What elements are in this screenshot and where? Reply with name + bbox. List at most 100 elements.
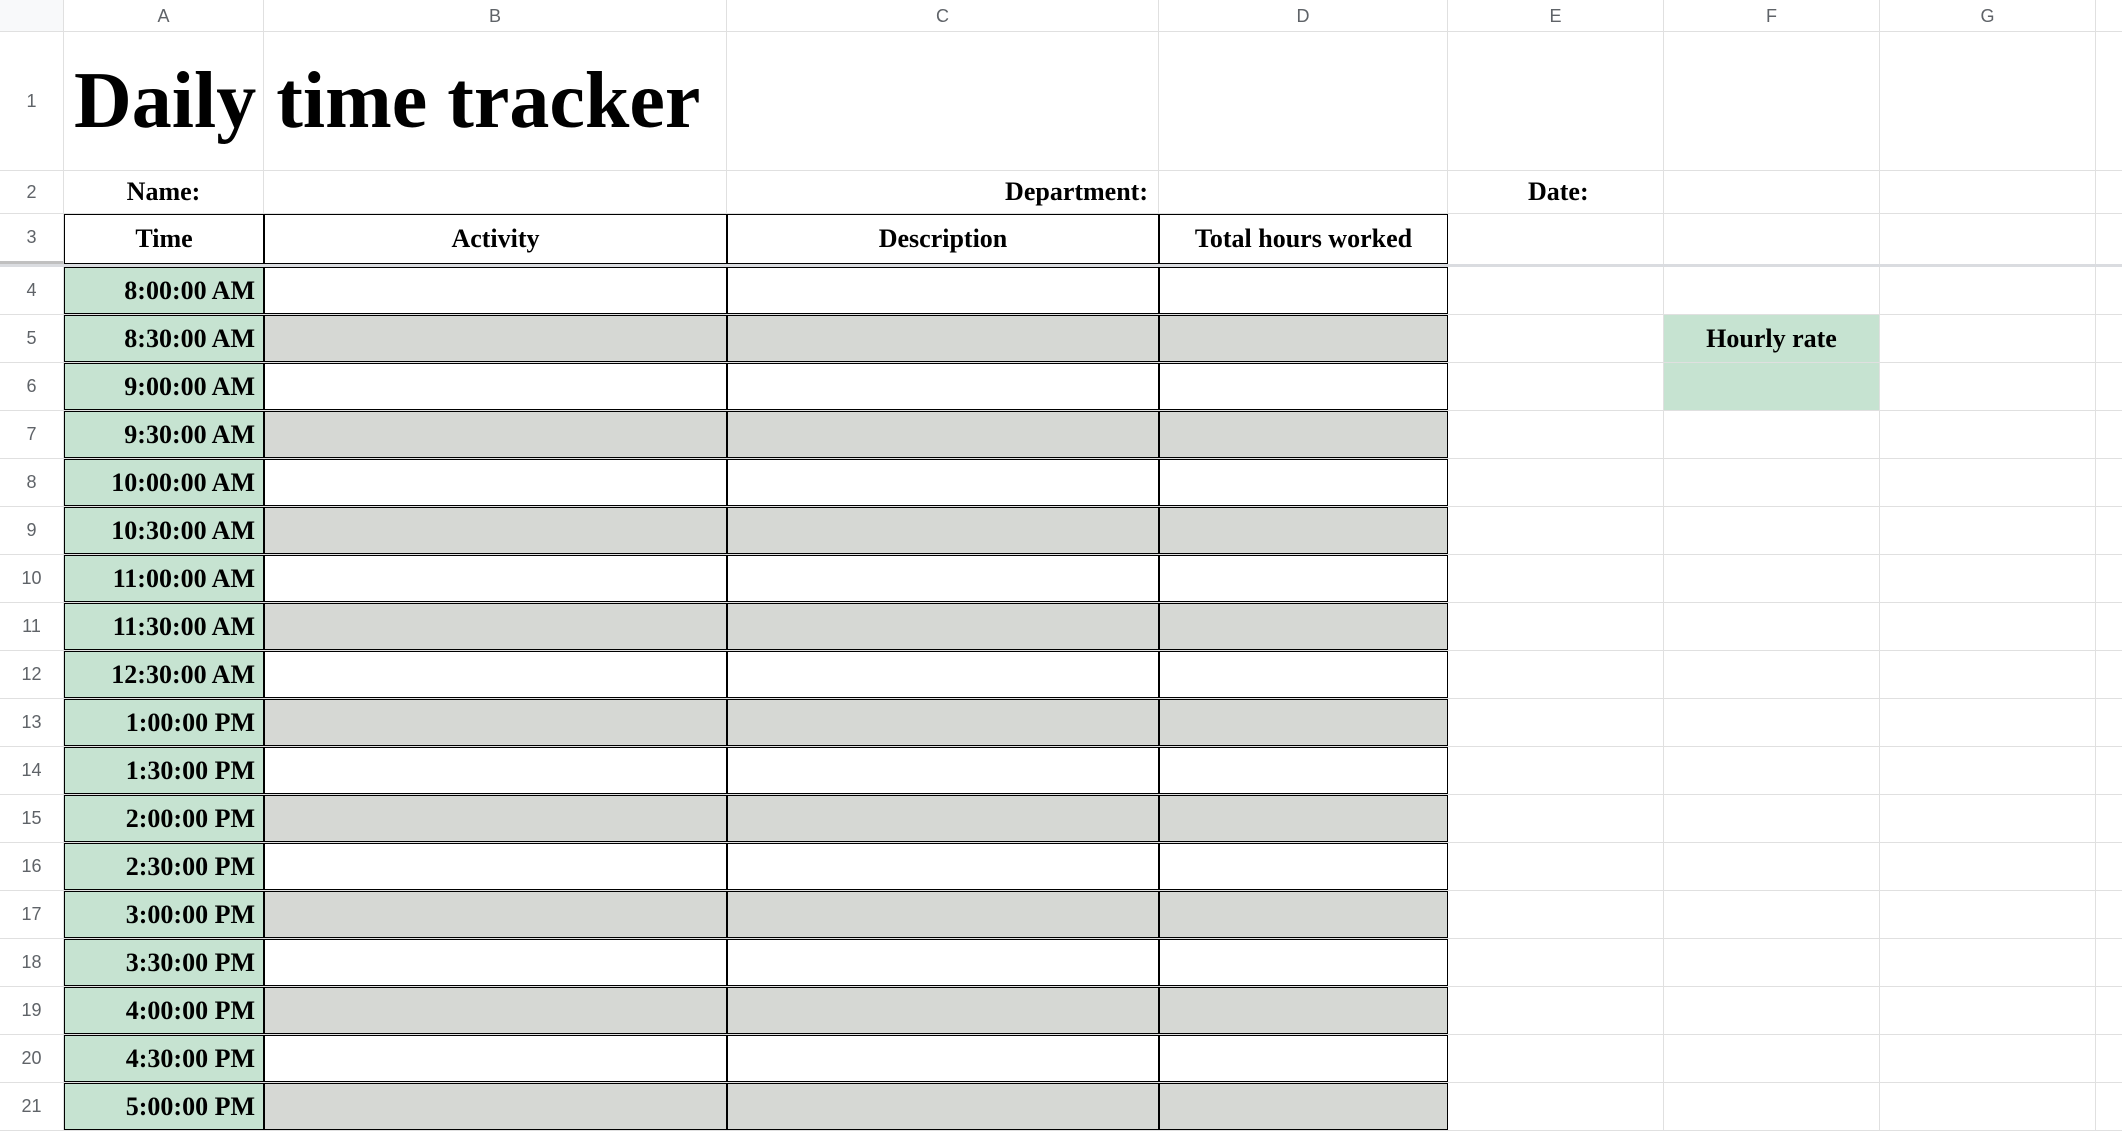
cell[interactable] — [1448, 411, 1664, 458]
description-cell[interactable] — [727, 315, 1159, 362]
cell[interactable] — [1880, 171, 2096, 213]
total-hours-cell[interactable] — [1159, 603, 1448, 650]
cell[interactable] — [1448, 987, 1664, 1034]
cell[interactable] — [1448, 315, 1664, 362]
row-header-14[interactable]: 14 — [0, 747, 64, 794]
cell[interactable] — [1880, 507, 2096, 554]
description-cell[interactable] — [727, 891, 1159, 938]
total-hours-cell[interactable] — [1159, 939, 1448, 986]
cell[interactable] — [1448, 795, 1664, 842]
activity-cell[interactable] — [264, 891, 727, 938]
row-header-19[interactable]: 19 — [0, 987, 64, 1034]
activity-cell[interactable] — [264, 555, 727, 602]
time-cell[interactable]: 11:30:00 AM — [64, 603, 264, 650]
cell[interactable] — [1448, 1035, 1664, 1082]
total-hours-cell[interactable] — [1159, 1083, 1448, 1130]
cell[interactable] — [727, 32, 1159, 170]
cell[interactable] — [1880, 411, 2096, 458]
description-cell[interactable] — [727, 555, 1159, 602]
cell[interactable] — [1880, 651, 2096, 698]
column-header-D[interactable]: D — [1159, 0, 1448, 31]
row-header-13[interactable]: 13 — [0, 699, 64, 746]
row-header-8[interactable]: 8 — [0, 459, 64, 506]
th-time[interactable]: Time — [64, 214, 264, 264]
description-cell[interactable] — [727, 459, 1159, 506]
time-cell[interactable]: 4:00:00 PM — [64, 987, 264, 1034]
time-cell[interactable]: 2:00:00 PM — [64, 795, 264, 842]
time-cell[interactable]: 10:30:00 AM — [64, 507, 264, 554]
description-cell[interactable] — [727, 651, 1159, 698]
cell[interactable] — [1664, 32, 1880, 170]
description-cell[interactable] — [727, 1083, 1159, 1130]
hourly-rate-value[interactable] — [1664, 363, 1880, 410]
cell[interactable] — [1448, 459, 1664, 506]
cell[interactable] — [1664, 214, 1880, 264]
total-hours-cell[interactable] — [1159, 459, 1448, 506]
total-hours-cell[interactable] — [1159, 843, 1448, 890]
row-header-17[interactable]: 17 — [0, 891, 64, 938]
time-cell[interactable]: 12:30:00 AM — [64, 651, 264, 698]
cell[interactable] — [1448, 603, 1664, 650]
activity-cell[interactable] — [264, 699, 727, 746]
cell[interactable] — [1880, 267, 2096, 314]
activity-cell[interactable] — [264, 1035, 727, 1082]
column-header-A[interactable]: A — [64, 0, 264, 31]
department-value[interactable] — [1159, 171, 1448, 213]
activity-cell[interactable] — [264, 1083, 727, 1130]
time-cell[interactable]: 8:00:00 AM — [64, 267, 264, 314]
time-cell[interactable]: 1:30:00 PM — [64, 747, 264, 794]
cell[interactable] — [1880, 214, 2096, 264]
select-all-corner[interactable] — [0, 0, 64, 31]
column-header-F[interactable]: F — [1664, 0, 1880, 31]
cell[interactable] — [1880, 1035, 2096, 1082]
column-header-B[interactable]: B — [264, 0, 727, 31]
row-header-12[interactable]: 12 — [0, 651, 64, 698]
cell[interactable] — [264, 32, 727, 170]
total-hours-cell[interactable] — [1159, 699, 1448, 746]
row-header-15[interactable]: 15 — [0, 795, 64, 842]
row-header-2[interactable]: 2 — [0, 171, 64, 213]
row-header-7[interactable]: 7 — [0, 411, 64, 458]
th-total-hours[interactable]: Total hours worked — [1159, 214, 1448, 264]
activity-cell[interactable] — [264, 363, 727, 410]
cell[interactable] — [1664, 507, 1880, 554]
activity-cell[interactable] — [264, 939, 727, 986]
total-hours-cell[interactable] — [1159, 315, 1448, 362]
total-hours-cell[interactable] — [1159, 507, 1448, 554]
activity-cell[interactable] — [264, 267, 727, 314]
total-hours-cell[interactable] — [1159, 795, 1448, 842]
description-cell[interactable] — [727, 795, 1159, 842]
time-cell[interactable]: 9:00:00 AM — [64, 363, 264, 410]
description-cell[interactable] — [727, 507, 1159, 554]
cell[interactable] — [1664, 651, 1880, 698]
department-label[interactable]: Department: — [727, 171, 1159, 213]
cell[interactable] — [1664, 747, 1880, 794]
total-hours-cell[interactable] — [1159, 651, 1448, 698]
total-hours-cell[interactable] — [1159, 411, 1448, 458]
time-cell[interactable]: 3:00:00 PM — [64, 891, 264, 938]
cell[interactable] — [1664, 843, 1880, 890]
title-cell[interactable]: Daily time tracker — [64, 32, 264, 170]
cell[interactable] — [1880, 699, 2096, 746]
cell[interactable] — [1664, 459, 1880, 506]
name-value[interactable] — [264, 171, 727, 213]
time-cell[interactable]: 4:30:00 PM — [64, 1035, 264, 1082]
cell[interactable] — [1880, 843, 2096, 890]
date-label[interactable]: Date: — [1448, 171, 1664, 213]
cell[interactable] — [1880, 315, 2096, 362]
description-cell[interactable] — [727, 363, 1159, 410]
cell[interactable] — [1664, 267, 1880, 314]
activity-cell[interactable] — [264, 987, 727, 1034]
activity-cell[interactable] — [264, 411, 727, 458]
description-cell[interactable] — [727, 939, 1159, 986]
description-cell[interactable] — [727, 1035, 1159, 1082]
activity-cell[interactable] — [264, 843, 727, 890]
row-header-9[interactable]: 9 — [0, 507, 64, 554]
cell[interactable] — [1664, 795, 1880, 842]
name-label[interactable]: Name: — [64, 171, 264, 213]
cell[interactable] — [1664, 1083, 1880, 1130]
cell[interactable] — [1880, 747, 2096, 794]
th-description[interactable]: Description — [727, 214, 1159, 264]
cell[interactable] — [1448, 555, 1664, 602]
cell[interactable] — [1448, 651, 1664, 698]
